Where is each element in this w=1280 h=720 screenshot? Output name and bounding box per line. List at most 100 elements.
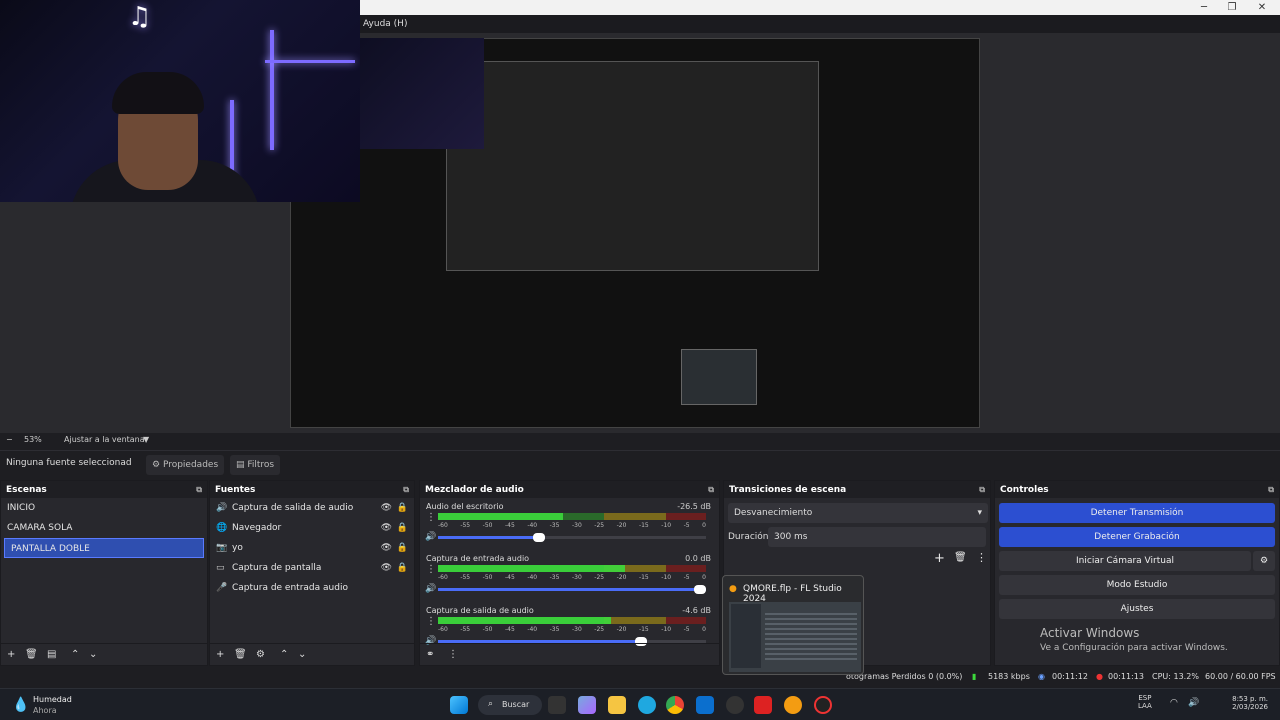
- float-icon[interactable]: ⧉: [979, 485, 985, 495]
- speaker-icon[interactable]: 🔊: [425, 584, 436, 594]
- obs-icon[interactable]: [726, 696, 744, 714]
- channel-db: -4.6 dB: [682, 606, 711, 615]
- taskbar: 💧 Humedad Ahora ⌕ Buscar ESP LAA ◠ 🔊 8:53…: [0, 688, 1280, 720]
- filters-button[interactable]: ▤ Filtros: [230, 455, 281, 475]
- meter-tick: -60: [438, 522, 448, 529]
- float-icon[interactable]: ⧉: [403, 485, 409, 495]
- task-view-icon[interactable]: [548, 696, 566, 714]
- float-icon[interactable]: ⧉: [1268, 485, 1274, 495]
- edge-icon[interactable]: [638, 696, 656, 714]
- studio-mode-button[interactable]: Modo Estudio: [999, 575, 1275, 595]
- close-button[interactable]: ✕: [1250, 1, 1274, 14]
- app-icon[interactable]: [754, 696, 772, 714]
- audio-mixer-dock: Mezclador de audio ⧉ Audio del escritorio…: [419, 480, 720, 666]
- fit-window-button[interactable]: Ajustar a la ventana: [64, 435, 145, 444]
- store-icon[interactable]: [696, 696, 714, 714]
- filter-icon[interactable]: ▤: [47, 649, 56, 660]
- copilot-icon[interactable]: [578, 696, 596, 714]
- filter-icon: ▤: [236, 460, 248, 470]
- scene-item-selected[interactable]: PANTALLA DOBLE: [4, 538, 204, 558]
- add-icon[interactable]: +: [216, 649, 224, 660]
- zoom-out-button[interactable]: −: [6, 435, 13, 444]
- volume-knob[interactable]: [694, 585, 706, 594]
- move-up-icon[interactable]: ⌃: [280, 649, 288, 660]
- stream-time: 00:11:12: [1052, 672, 1088, 681]
- chrome-icon[interactable]: [666, 696, 684, 714]
- nested-obs-window: [446, 61, 819, 271]
- eye-icon[interactable]: 👁: [381, 498, 392, 518]
- activate-windows-watermark: Activar Windows Ve a Configuración para …: [1040, 626, 1228, 653]
- menu-help[interactable]: Ayuda (H): [363, 19, 407, 29]
- file-explorer-icon[interactable]: [608, 696, 626, 714]
- float-icon[interactable]: ⧉: [196, 485, 202, 495]
- scene-item[interactable]: CAMARA SOLA: [1, 518, 207, 538]
- meter-tick: -5: [683, 574, 690, 581]
- eye-icon[interactable]: 👁: [381, 558, 392, 578]
- filters-label: Filtros: [247, 460, 275, 470]
- volume-knob[interactable]: [533, 533, 546, 542]
- eye-icon[interactable]: 👁: [381, 518, 392, 538]
- search-box[interactable]: ⌕ Buscar: [478, 695, 542, 715]
- speaker-icon[interactable]: 🔊: [425, 532, 436, 542]
- scene-item[interactable]: INICIO: [1, 498, 207, 518]
- minimize-button[interactable]: ─: [1192, 1, 1216, 14]
- time: 8:53 p. m.: [1232, 695, 1268, 703]
- stop-recording-button[interactable]: Detener Grabación: [999, 527, 1275, 547]
- wifi-icon[interactable]: ◠: [1170, 698, 1178, 708]
- clock[interactable]: 8:53 p. m. 2/03/2026: [1228, 695, 1268, 711]
- more-icon[interactable]: ⋮: [976, 551, 987, 564]
- duration-label: Duración: [728, 532, 769, 542]
- fl-studio-thumbnail[interactable]: ● QMORE.flp - FL Studio 2024: [722, 575, 864, 675]
- lock-icon[interactable]: 🔒: [397, 518, 408, 538]
- source-item[interactable]: 🌐 Navegador 👁 🔒: [210, 518, 414, 538]
- virtual-camera-button[interactable]: Iniciar Cámara Virtual: [999, 551, 1251, 571]
- eye-icon[interactable]: 👁: [381, 538, 392, 558]
- chevron-down-icon[interactable]: ▼: [143, 435, 149, 444]
- source-item[interactable]: ▭ Captura de pantalla 👁 🔒: [210, 558, 414, 578]
- source-item[interactable]: 📷 yo 👁 🔒: [210, 538, 414, 558]
- lock-icon[interactable]: 🔒: [397, 538, 408, 558]
- weather-title[interactable]: Humedad: [33, 695, 72, 704]
- settings-button[interactable]: Ajustes: [999, 599, 1275, 619]
- more-icon[interactable]: ⋮: [426, 564, 436, 575]
- duration-input[interactable]: 300 ms: [768, 527, 986, 547]
- language-code: ESP: [1138, 694, 1152, 702]
- recording-app-icon[interactable]: [814, 696, 832, 714]
- lock-icon[interactable]: 🔒: [397, 498, 408, 518]
- gear-icon[interactable]: ⚙: [256, 649, 265, 660]
- more-icon[interactable]: ⋮: [426, 512, 436, 523]
- source-item[interactable]: 🎤 Captura de entrada audio: [210, 578, 414, 598]
- float-icon[interactable]: ⧉: [708, 485, 714, 495]
- fl-studio-icon[interactable]: [784, 696, 802, 714]
- windows-start-icon[interactable]: [450, 696, 468, 714]
- camera-icon: 📷: [216, 543, 228, 553]
- meter-tick: -20: [616, 574, 627, 581]
- thumbnail-preview: [729, 602, 861, 672]
- trash-icon[interactable]: 🗑: [25, 649, 38, 660]
- source-item[interactable]: 🔊 Captura de salida de audio 👁 🔒: [210, 498, 414, 518]
- more-icon[interactable]: ⋮: [426, 616, 436, 627]
- meter-tick: 0: [702, 574, 706, 581]
- sources-dock: Fuentes ⧉ 🔊 Captura de salida de audio 👁 🔒 🌐…: [209, 480, 415, 666]
- transition-select[interactable]: Desvanecimiento ▾: [728, 503, 988, 523]
- stop-stream-button[interactable]: Detener Transmisión: [999, 503, 1275, 523]
- more-icon[interactable]: ⋮: [448, 649, 458, 660]
- move-up-icon[interactable]: ⌃: [71, 649, 79, 660]
- properties-button[interactable]: ⚙ Propiedades: [146, 455, 225, 475]
- channel-name: Audio del escritorio: [426, 502, 504, 511]
- move-down-icon[interactable]: ⌄: [89, 649, 97, 660]
- trash-icon[interactable]: 🗑: [954, 552, 967, 563]
- maximize-button[interactable]: ❐: [1220, 1, 1244, 14]
- lock-icon[interactable]: 🔒: [397, 558, 408, 578]
- add-icon[interactable]: +: [934, 551, 945, 566]
- language-indicator[interactable]: ESP LAA: [1138, 694, 1152, 710]
- move-down-icon[interactable]: ⌄: [298, 649, 306, 660]
- link-icon[interactable]: ⚭: [426, 649, 434, 660]
- dropped-frames: otogramas Perdidos 0 (0.0%): [846, 672, 963, 681]
- meter-tick: -10: [661, 626, 672, 633]
- volume-icon[interactable]: 🔊: [1188, 698, 1199, 708]
- add-icon[interactable]: +: [7, 649, 15, 660]
- trash-icon[interactable]: 🗑: [234, 649, 247, 660]
- gear-icon[interactable]: ⚙: [1253, 551, 1275, 571]
- meter-tick: -10: [661, 574, 672, 581]
